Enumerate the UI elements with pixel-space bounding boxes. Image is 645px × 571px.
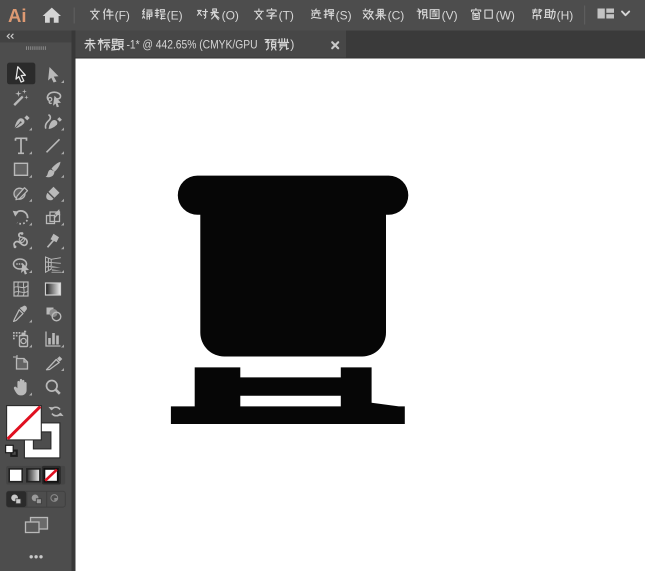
svg-text:(H): (H)	[557, 8, 574, 22]
svg-text:(C): (C)	[388, 8, 405, 22]
svg-text:(T): (T)	[279, 8, 294, 22]
svg-text:Ai: Ai	[8, 5, 27, 26]
svg-text:): )	[290, 38, 294, 52]
svg-text:(W): (W)	[496, 8, 515, 22]
svg-text:(E): (E)	[167, 8, 183, 22]
svg-text:(O): (O)	[222, 8, 239, 22]
svg-text:-1* @ 442.65% (CMYK/GPU: -1* @ 442.65% (CMYK/GPU	[127, 38, 258, 52]
svg-text:(S): (S)	[336, 8, 352, 22]
svg-text:(V): (V)	[442, 8, 458, 22]
svg-text:(F): (F)	[115, 8, 130, 22]
